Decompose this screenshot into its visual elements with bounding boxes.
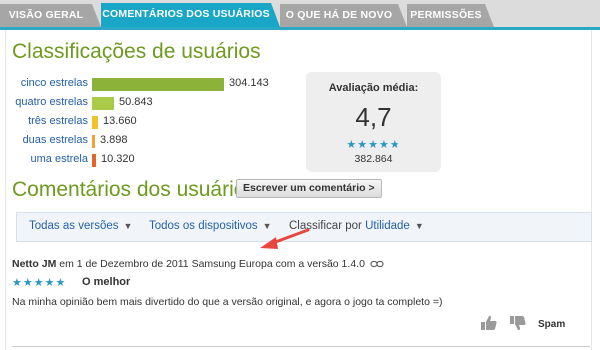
rating-label-5[interactable]: cinco estrelas: [6, 77, 88, 89]
comments-heading: Comentários dos usuários: [12, 178, 256, 201]
review-body: Na minha opinião bem mais divertido do q…: [12, 296, 443, 308]
divider: [12, 346, 590, 347]
rating-label-4[interactable]: quatro estrelas: [6, 96, 88, 108]
star-icon: ★: [346, 139, 358, 151]
tab-bar: VISÃO GERAL COMENTÁRIOS DOS USUÁRIOS O Q…: [0, 0, 600, 30]
tab-overview[interactable]: VISÃO GERAL: [0, 4, 101, 27]
star-icon: ★: [22, 277, 34, 289]
average-rating-box: Avaliação média: 4,7 ★★★★★ 382.864: [306, 72, 441, 172]
rating-count-1: 10.320: [101, 153, 135, 165]
star-icon: ★: [12, 277, 23, 289]
star-icon: ★: [55, 277, 67, 289]
review-star-rating: ★★★★★: [12, 276, 66, 289]
write-comment-button[interactable]: Escrever um comentário >: [236, 179, 382, 198]
versions-filter-dropdown[interactable]: Todas as versões ▼: [29, 220, 132, 232]
rating-bar-5: [92, 78, 224, 91]
tab-whats-new[interactable]: O QUE HÁ DE NOVO: [280, 4, 407, 27]
rating-bar-4: [92, 97, 114, 110]
ratings-heading: Classificações de usuários: [12, 40, 261, 63]
annotation-arrow-icon: [260, 228, 310, 249]
chevron-down-icon: ▼: [123, 221, 133, 231]
reviewer-name[interactable]: Netto JM: [12, 258, 56, 270]
review-title: O melhor: [82, 276, 131, 288]
rating-count-3: 13.660: [103, 115, 137, 127]
rating-count-2: 3.898: [100, 134, 128, 146]
star-icon: ★: [44, 277, 56, 289]
review-meta: em 1 de Dezembro de 2011 Samsung Europa …: [59, 258, 365, 270]
rating-label-1[interactable]: uma estrela: [6, 153, 88, 165]
rating-label-3[interactable]: três estrelas: [6, 115, 88, 127]
devices-filter-label: Todos os dispositivos: [149, 220, 258, 232]
tab-user-comments[interactable]: COMENTÁRIOS DOS USUÁRIOS: [101, 3, 280, 27]
average-star-rating: ★★★★★: [306, 138, 441, 151]
spam-button[interactable]: Spam: [538, 319, 565, 330]
rating-count-5: 304.143: [229, 77, 269, 89]
thumbs-up-icon[interactable]: [480, 314, 498, 332]
average-rating-title: Avaliação média:: [328, 82, 419, 94]
rating-bar-2: [92, 135, 95, 148]
star-icon: ★: [357, 139, 369, 151]
average-rating-value: 4,7: [355, 102, 392, 132]
total-ratings-count: 382.864: [354, 153, 393, 165]
thumbs-down-icon[interactable]: [509, 314, 527, 332]
versions-filter-label: Todas as versões: [29, 220, 119, 232]
rating-label-2[interactable]: duas estrelas: [6, 134, 88, 146]
star-icon: ★: [389, 139, 401, 151]
star-icon: ★: [368, 139, 379, 151]
review-header: Netto JM em 1 de Dezembro de 2011 Samsun…: [12, 258, 384, 270]
tab-permissions[interactable]: PERMISSÕES: [407, 4, 494, 27]
devices-filter-dropdown[interactable]: Todos os dispositivos ▼: [149, 220, 272, 232]
chevron-down-icon: ▼: [414, 221, 424, 231]
link-icon[interactable]: [370, 260, 384, 268]
star-icon: ★: [33, 277, 45, 289]
rating-bar-3: [92, 116, 98, 129]
sort-value: Utilidade: [365, 220, 410, 232]
rating-bar-1: [92, 154, 96, 167]
rating-count-4: 50.843: [119, 96, 153, 108]
content-panel: Classificações de usuários cinco estrela…: [5, 30, 592, 350]
star-icon: ★: [378, 139, 390, 151]
